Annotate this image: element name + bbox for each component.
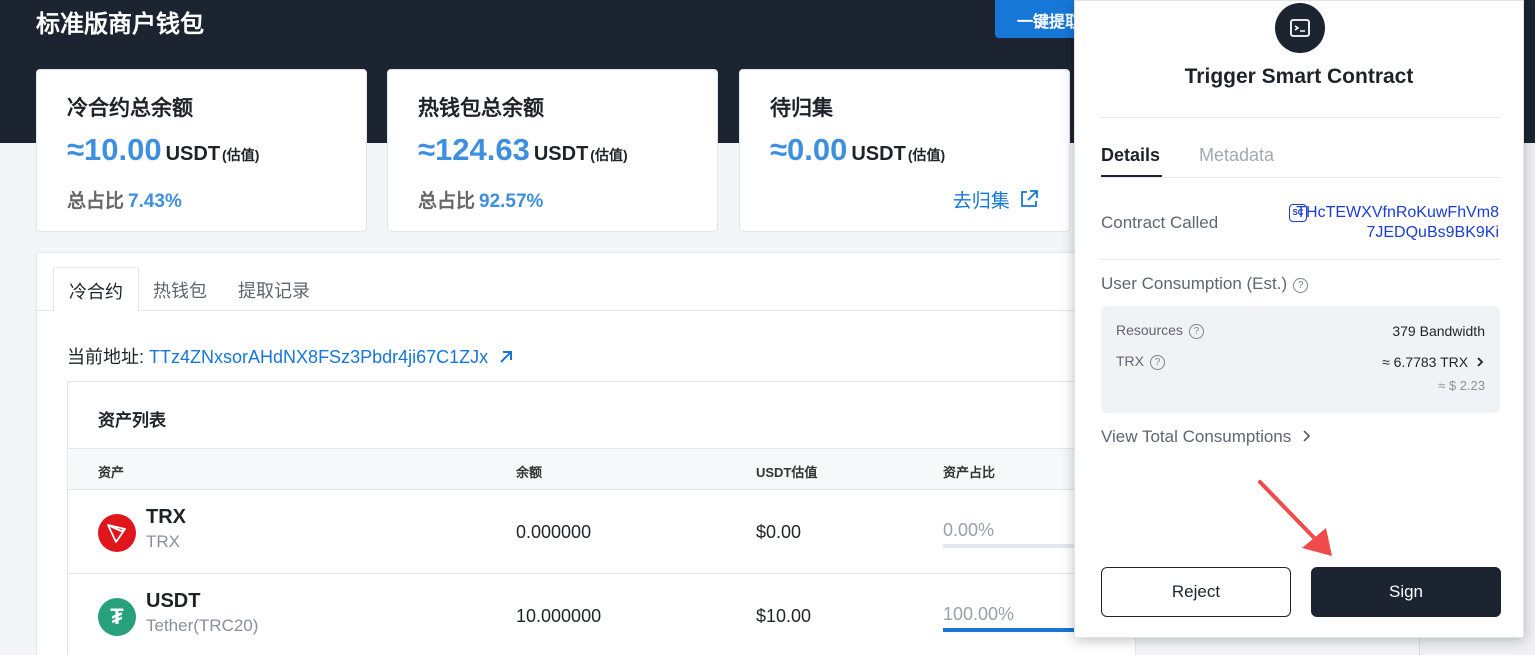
balance-unit: USDT	[851, 143, 906, 165]
asset-table-header: 资产 余额 USDT估值 资产占比	[68, 448, 1137, 490]
tab-withdraw-records[interactable]: 提取记录	[223, 267, 325, 311]
trx-text: TRX	[1116, 353, 1144, 369]
ratio-label: 总占比	[418, 191, 476, 212]
estimate-note: (估值)	[222, 147, 260, 163]
cold-contract-balance-card: 冷合约总余额 ≈10.00 USDT (估值) 总占比 7.43%	[36, 69, 367, 232]
column-header-share: 资产占比	[943, 465, 996, 480]
card-title: 冷合约总余额	[67, 97, 193, 120]
card-value: ≈10.00 USDT (估值)	[67, 132, 259, 168]
divider	[1100, 177, 1500, 178]
reject-button[interactable]: Reject	[1101, 567, 1291, 617]
user-consumption-label: User Consumption (Est.)?	[1101, 274, 1309, 294]
ratio-label: 总占比	[67, 191, 125, 212]
address-label: 当前地址:	[67, 347, 145, 367]
go-collect-link[interactable]: 去归集	[953, 186, 1039, 213]
view-total-consumptions-link[interactable]: View Total Consumptions	[1101, 427, 1312, 447]
chevron-right-icon	[1477, 357, 1484, 367]
red-pointer-arrow-icon	[1258, 480, 1332, 556]
sign-button[interactable]: Sign	[1311, 567, 1501, 617]
go-collect-label: 去归集	[952, 191, 1010, 212]
balance-amount: ≈10.00	[67, 132, 162, 167]
column-header-usdt-value: USDT估值	[756, 465, 818, 480]
coin-symbol: USDT	[146, 590, 201, 612]
trx-amount: ≈ 6.7783 TRX	[1382, 354, 1469, 370]
trx-icon	[98, 514, 136, 552]
help-circle-icon[interactable]: ?	[1150, 355, 1165, 370]
trx-value[interactable]: ≈ 6.7783 TRX	[1382, 354, 1485, 370]
coin-symbol: TRX	[146, 506, 186, 528]
external-link-icon	[1021, 190, 1038, 207]
trx-label: TRX?	[1116, 353, 1165, 370]
ratio-value: 92.57%	[479, 191, 544, 212]
divider	[1100, 259, 1500, 260]
hot-wallet-balance-card: 热钱包总余额 ≈124.63 USDT (估值) 总占比 92.57%	[387, 69, 718, 232]
card-title: 热钱包总余额	[418, 97, 544, 120]
table-row: TRX TRX 0.000000 $0.00 0.00%	[68, 490, 1138, 574]
contract-logo-icon	[1275, 3, 1325, 53]
share-cell: 0.00%	[943, 520, 995, 540]
card-ratio: 总占比 92.57%	[418, 186, 543, 213]
usd-value: ≈ $ 2.23	[1438, 378, 1485, 393]
column-header-asset: 资产	[98, 465, 125, 480]
balance-cell: 10.000000	[516, 606, 602, 626]
user-consumption-text: User Consumption (Est.)	[1101, 274, 1288, 293]
usdt-value-cell: $10.00	[756, 606, 812, 626]
tab-cold-contract[interactable]: 冷合约	[53, 267, 139, 312]
tab-hot-wallet[interactable]: 热钱包	[138, 267, 222, 311]
chevron-right-icon	[1303, 430, 1311, 442]
pending-collection-card: 待归集 ≈0.00 USDT (估值) 去归集	[739, 69, 1070, 232]
resources-label: Resources?	[1116, 322, 1204, 339]
balance-amount: ≈124.63	[418, 132, 530, 167]
arrow-up-right-icon[interactable]	[497, 348, 515, 366]
share-cell: 100.00%	[943, 604, 1015, 624]
card-title: 待归集	[770, 97, 833, 120]
asset-list-box: 资产列表 资产 余额 USDT估值 资产占比 TRX TRX 0.000000 …	[67, 381, 1138, 655]
column-header-balance: 余额	[516, 465, 543, 480]
divider	[1100, 117, 1500, 118]
address-link[interactable]: TTz4ZNxsorAHdNX8FSz3Pbdr4ji67C1ZJx	[149, 347, 488, 367]
view-total-text: View Total Consumptions	[1101, 427, 1292, 446]
tab-details[interactable]: Details	[1101, 145, 1163, 178]
balance-amount: ≈0.00	[770, 132, 848, 167]
app-title: 标准版商户钱包	[36, 11, 204, 38]
asset-list-title: 资产列表	[98, 411, 166, 430]
popup-title: Trigger Smart Contract	[1184, 65, 1414, 88]
wallet-tabs: 冷合约 热钱包 提取记录	[37, 253, 1135, 312]
resources-text: Resources	[1116, 322, 1183, 338]
contract-address-link[interactable]: THcTEWXVfnRoKuwFhVm87JEDQuBs9BK9Ki	[1289, 203, 1499, 243]
tab-metadata[interactable]: Metadata	[1199, 145, 1274, 166]
consumption-box: Resources? 379 Bandwidth TRX? ≈ 6.7783 T…	[1101, 306, 1500, 413]
coin-name: Tether(TRC20)	[146, 616, 259, 635]
contract-called-label: Contract Called	[1101, 213, 1219, 232]
balance-unit: USDT	[165, 143, 221, 165]
wallet-main-panel: 冷合约 热钱包 提取记录 当前地址: TTz4ZNxsorAHdNX8FSz3P…	[36, 252, 1138, 655]
card-value: ≈0.00 USDT (估值)	[770, 132, 945, 168]
card-value: ≈124.63 USDT (估值)	[418, 132, 628, 168]
card-ratio: 总占比 7.43%	[67, 186, 182, 213]
coin-name: TRX	[146, 532, 180, 551]
current-address-row: 当前地址: TTz4ZNxsorAHdNX8FSz3Pbdr4ji67C1ZJx	[67, 343, 515, 369]
estimate-note: (估值)	[907, 147, 946, 163]
estimate-note: (估值)	[590, 147, 628, 163]
balance-cell: 0.000000	[516, 522, 592, 542]
help-circle-icon[interactable]: ?	[1293, 278, 1309, 293]
usdt-value-cell: $0.00	[756, 522, 802, 542]
balance-unit: USDT	[533, 143, 589, 165]
ratio-value: 7.43%	[128, 191, 182, 212]
help-circle-icon[interactable]: ?	[1188, 324, 1204, 339]
resources-value: 379 Bandwidth	[1392, 323, 1485, 339]
table-row: ₮ USDT Tether(TRC20) 10.000000 $10.00 10…	[68, 574, 1138, 655]
usdt-tether-icon: ₮	[98, 598, 136, 636]
